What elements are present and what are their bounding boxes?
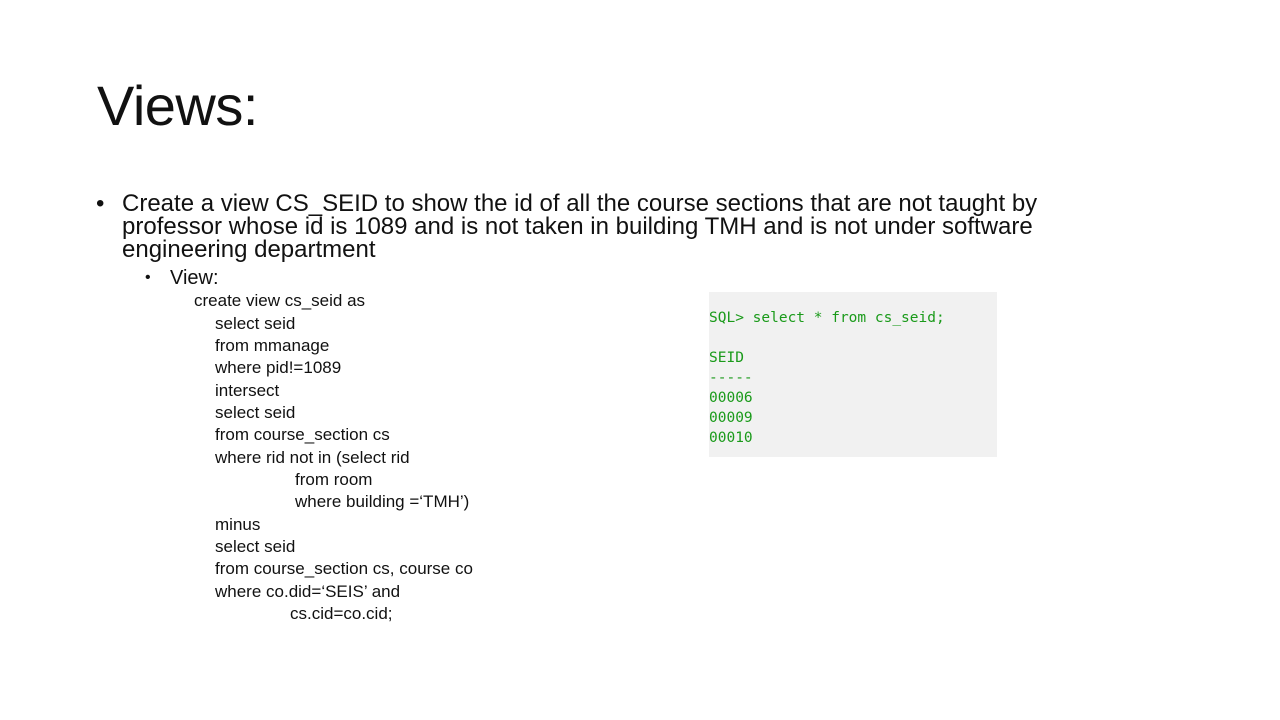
- sql-result-row: 00009: [709, 410, 753, 426]
- code-line: cs.cid=co.cid;: [290, 604, 393, 623]
- sql-query: SQL> select * from cs_seid;: [709, 310, 945, 326]
- sql-column-header: SEID: [709, 350, 744, 366]
- code-line: select seid: [215, 537, 296, 556]
- main-bullet-line-3: engineering department: [122, 236, 376, 263]
- slide-title: Views:: [97, 74, 258, 137]
- code-line: from course_section cs, course co: [215, 559, 473, 578]
- sub-bullet-label: View:: [170, 267, 219, 289]
- code-line: where building =‘TMH’): [295, 492, 470, 511]
- code-line: intersect: [215, 381, 280, 400]
- code-line: select seid: [215, 403, 296, 422]
- code-line: from mmanage: [215, 336, 330, 355]
- code-line: create view cs_seid as: [194, 291, 366, 310]
- code-line: minus: [215, 515, 261, 534]
- code-line: where rid not in (select rid: [215, 448, 410, 467]
- main-bullet: • Create a view CS_SEID to show the id o…: [96, 190, 1196, 263]
- sub-bullet-dot-icon: •: [145, 269, 151, 286]
- code-line: where pid!=1089: [215, 358, 342, 377]
- code-line: select seid: [215, 314, 296, 333]
- main-bullet-line-1: Create a view CS_SEID to show the id of …: [122, 190, 1038, 217]
- sub-bullet: • View:: [145, 266, 219, 290]
- sql-result-row: 00010: [709, 430, 753, 446]
- sql-view-definition: create view cs_seid as select seid from …: [0, 0, 473, 623]
- sql-result-row: 00006: [709, 390, 753, 406]
- bullet-dot-icon: •: [96, 190, 105, 217]
- sql-output-panel: SQL> select * from cs_seid; SEID ----- 0…: [709, 292, 997, 457]
- code-line: from course_section cs: [215, 425, 390, 444]
- code-line: where co.did=‘SEIS’ and: [215, 582, 401, 601]
- main-bullet-line-2: professor whose id is 1089 and is not ta…: [122, 213, 1033, 240]
- sql-separator: -----: [709, 370, 753, 386]
- code-line: from room: [295, 470, 373, 489]
